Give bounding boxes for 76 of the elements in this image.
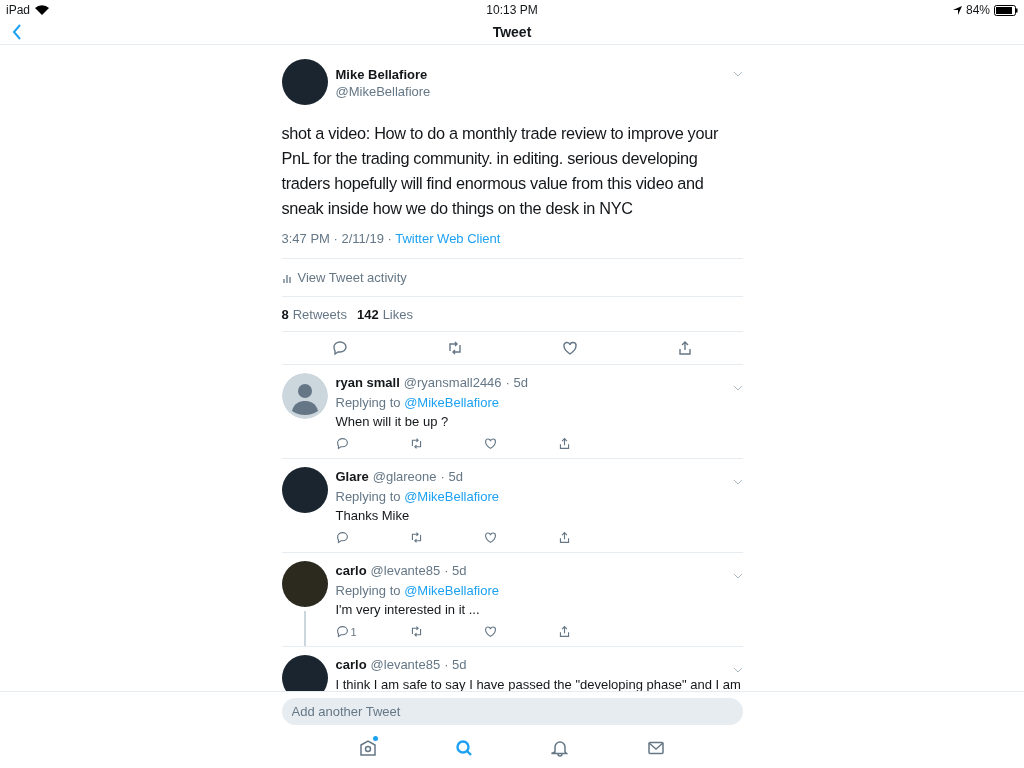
reply-text: I think I am safe to say I have passed the "developing phase" and I am: [335, 677, 742, 691]
new-dot: [373, 736, 378, 741]
avatar-photo[interactable]: [281, 467, 328, 513]
reply-button[interactable]: 1: [335, 625, 410, 638]
likes-label[interactable]: Likes: [382, 306, 413, 322]
bar-chart-icon: [281, 272, 292, 283]
search-icon: [455, 739, 473, 757]
reply-icon: [335, 531, 349, 544]
reply-icon: [335, 437, 349, 450]
share-button[interactable]: [676, 340, 693, 356]
heart-icon: [483, 625, 497, 638]
mention-link[interactable]: @MikeBellafiore: [404, 395, 499, 410]
clock-time: 10:13 PM: [486, 3, 538, 17]
wifi-icon: [35, 5, 50, 15]
envelope-icon: [647, 739, 665, 757]
heart-icon: [483, 437, 497, 450]
retweets-label[interactable]: Retweets: [292, 306, 347, 322]
avatar-photo[interactable]: [281, 59, 328, 105]
reply-count: 1: [350, 625, 357, 638]
reply-button[interactable]: [331, 340, 348, 356]
nav-title: Tweet: [492, 24, 532, 40]
reply-text: I'm very interested in it ...: [335, 602, 481, 617]
reply-author-name[interactable]: ryan small: [335, 374, 400, 390]
reply-age: · 5d: [440, 468, 463, 484]
replying-to-text: Replying to @MikeBellafiore: [335, 583, 500, 598]
retweet-icon: [446, 340, 463, 356]
retweet-icon: [409, 531, 423, 544]
back-button[interactable]: [10, 22, 24, 42]
reply-icon: [331, 340, 348, 356]
reply-icon: [335, 625, 349, 638]
tweet-meta: 3:47 PM · 2/11/19 · Twitter Web Client: [281, 231, 743, 259]
share-icon: [676, 340, 693, 356]
mention-link[interactable]: @MikeBellafiore: [404, 489, 499, 504]
source-link[interactable]: Twitter Web Client: [395, 231, 501, 246]
author-handle: @MikeBellafiore: [335, 84, 432, 99]
tweet-activity-link[interactable]: View Tweet activity: [297, 270, 407, 285]
like-count: 142: [356, 306, 379, 322]
share-icon: [557, 625, 571, 638]
reply-author-handle: @levante85: [370, 562, 441, 578]
heart-icon: [561, 340, 578, 356]
replying-to-text: Replying to @MikeBellafiore: [335, 489, 500, 504]
reply-author-handle: @glareone: [372, 468, 437, 484]
retweet-button[interactable]: [446, 340, 463, 356]
add-tweet-field[interactable]: Add another Tweet: [281, 698, 743, 725]
reply-author-name[interactable]: carlo: [335, 656, 367, 672]
bell-icon: [551, 739, 569, 757]
reply-text: Thanks Mike: [335, 508, 411, 523]
reply-text: When will it be up ?: [335, 414, 450, 429]
retweet-icon: [409, 625, 423, 638]
default-avatar[interactable]: [281, 373, 328, 419]
avatar-photo[interactable]: [281, 561, 328, 607]
avatar-photo[interactable]: [281, 655, 328, 691]
location-arrow-icon: [952, 5, 962, 15]
heart-icon: [483, 531, 497, 544]
like-button[interactable]: [561, 340, 578, 356]
device-name: iPad: [6, 3, 31, 17]
retweet-count: 8: [281, 306, 289, 322]
home-icon: [359, 739, 377, 757]
tweet-text: shot a video: How to do a monthly trade review to improve your PnL for the trading community. in editing. serious developing traders hopefully will find enormous value from this video and sneak inside how we do things on the desk in NYC: [281, 123, 720, 219]
back-chevron-icon: [12, 24, 22, 40]
reply-age: · 5d: [444, 656, 467, 672]
reply-age: · 5d: [505, 374, 528, 390]
reply-age: · 5d: [444, 562, 467, 578]
battery-percent: 84%: [965, 3, 990, 17]
thread-line: [303, 611, 306, 646]
reply-author-name[interactable]: carlo: [335, 562, 367, 578]
retweet-icon: [409, 437, 423, 450]
reply-author-handle: @levante85: [370, 656, 441, 672]
share-icon: [557, 437, 571, 450]
reply-author-name[interactable]: Glare: [335, 468, 369, 484]
reply-author-handle: @ryansmall2446: [403, 374, 502, 390]
author-name[interactable]: Mike Bellafiore: [335, 67, 725, 82]
share-icon: [557, 531, 571, 544]
replying-to-text: Replying to @MikeBellafiore: [335, 395, 500, 410]
battery-icon: [994, 4, 1018, 16]
mention-link[interactable]: @MikeBellafiore: [404, 583, 499, 598]
